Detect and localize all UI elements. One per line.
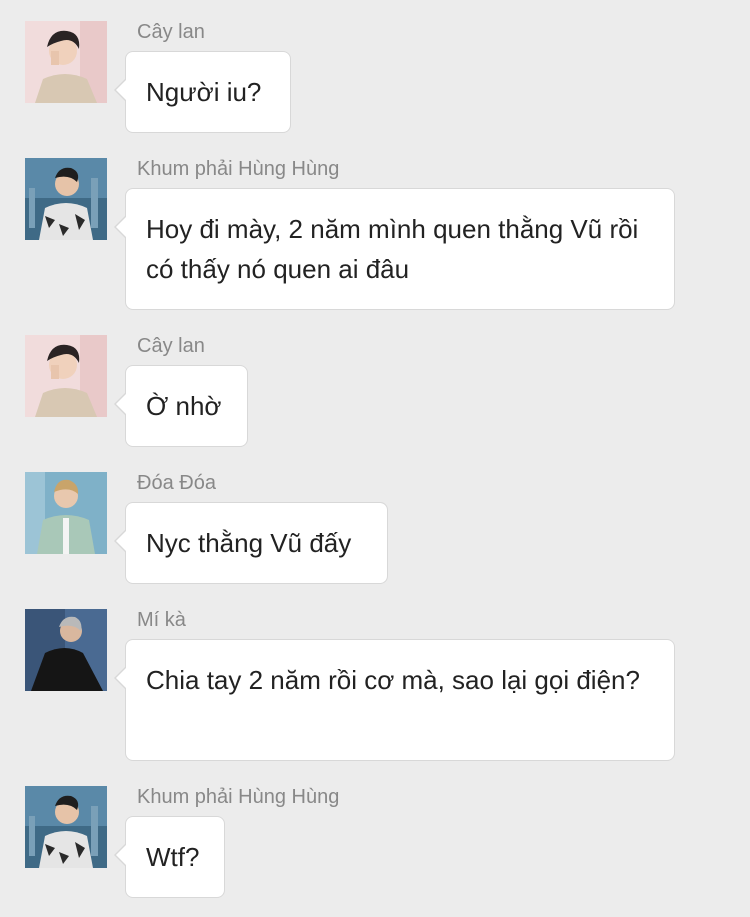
message-bubble[interactable]: Ờ nhờ [114, 365, 248, 447]
message-text: Wtf? [146, 842, 200, 872]
message-text: Người iu? [146, 77, 262, 107]
sender-name: Khum phải Hùng Hùng [137, 786, 340, 808]
message-bubble[interactable]: Hoy đi mày, 2 năm mình quen thằng Vũ rồi… [114, 188, 675, 310]
avatar[interactable] [25, 335, 107, 417]
message-bubble[interactable]: Chia tay 2 năm rồi cơ mà, sao lại gọi đi… [114, 639, 675, 761]
sender-name: Cây lan [137, 335, 205, 357]
avatar[interactable] [25, 472, 107, 554]
sender-name: Cây lan [137, 21, 205, 43]
avatar[interactable] [25, 158, 107, 240]
avatar[interactable] [25, 609, 107, 691]
message-text: Chia tay 2 năm rồi cơ mà, sao lại gọi đi… [146, 665, 640, 695]
chat-thread: Cây lan Người iu? Khum phải Hùng Hùng Ho… [0, 0, 750, 917]
sender-name: Khum phải Hùng Hùng [137, 158, 340, 180]
message-bubble[interactable]: Nyc thằng Vũ đấy [114, 502, 388, 584]
sender-name: Đóa Đóa [137, 472, 216, 494]
sender-name: Mí kà [137, 609, 186, 631]
message-text: Hoy đi mày, 2 năm mình quen thằng Vũ rồi… [146, 214, 639, 284]
message-bubble[interactable]: Người iu? [114, 51, 291, 133]
message-text: Ờ nhờ [146, 391, 222, 421]
message-bubble[interactable]: Wtf? [114, 816, 225, 898]
avatar[interactable] [25, 786, 107, 868]
avatar[interactable] [25, 21, 107, 103]
message-text: Nyc thằng Vũ đấy [146, 528, 352, 558]
